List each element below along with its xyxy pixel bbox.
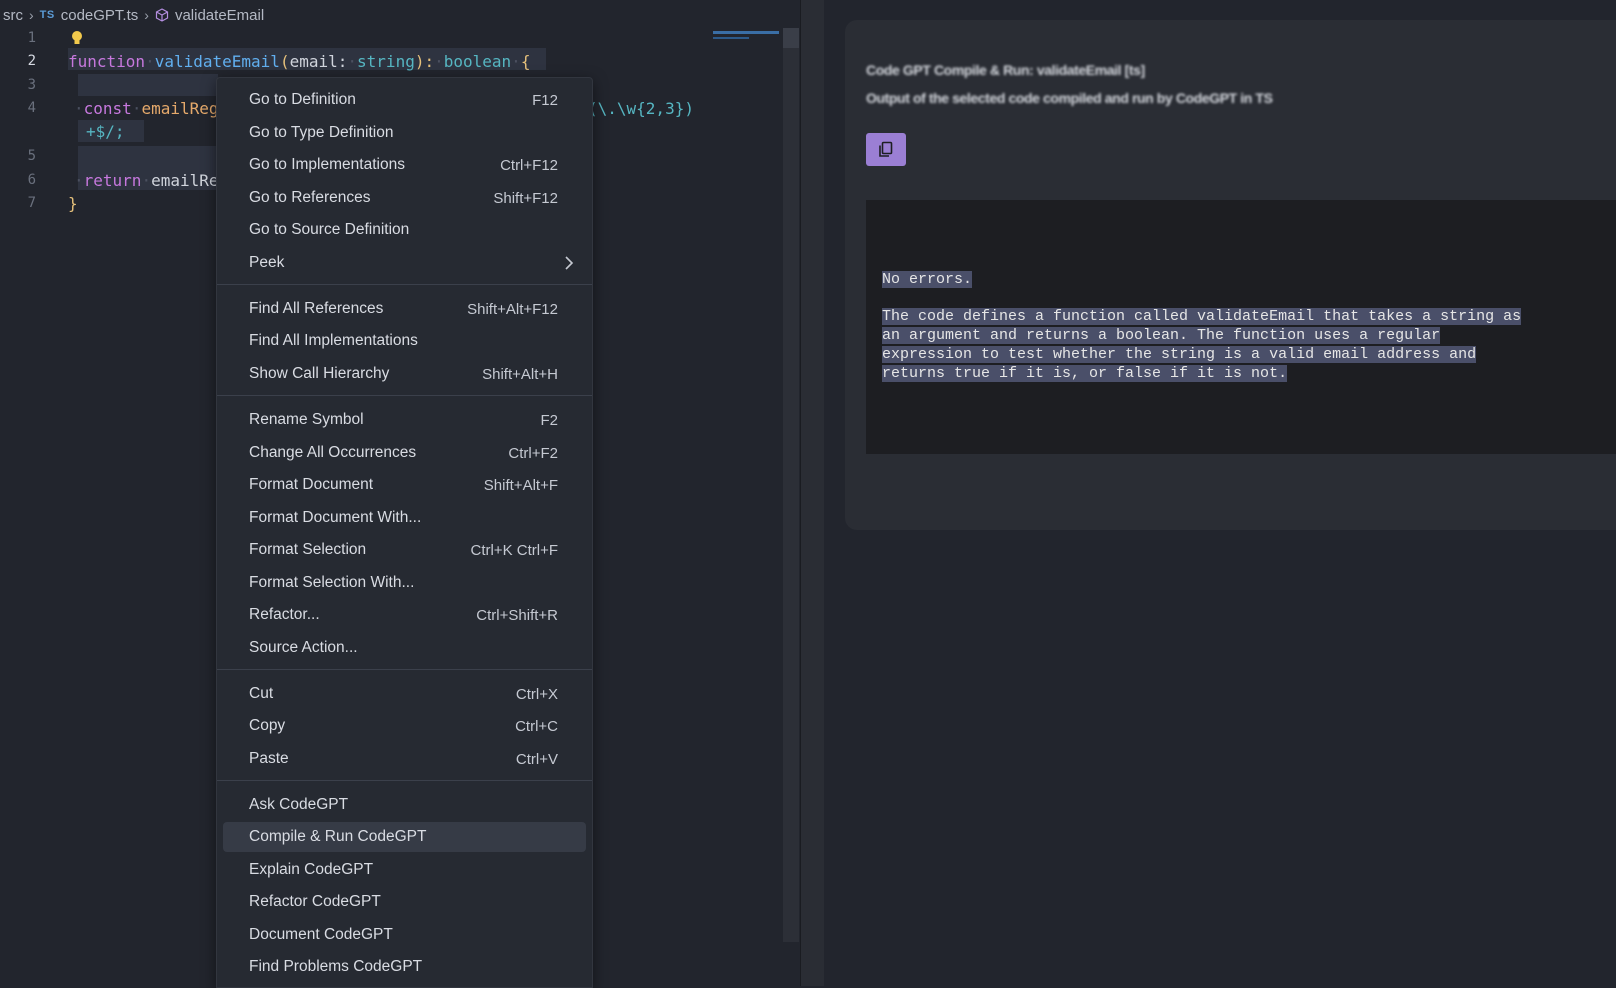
chevron-right-icon xyxy=(565,256,574,270)
menu-item-find-problems-codegpt[interactable]: Find Problems CodeGPT xyxy=(223,952,586,982)
menu-item-rename-symbol[interactable]: Rename Symbol F2 xyxy=(223,405,586,435)
menu-item-copy[interactable]: Copy Ctrl+C xyxy=(223,711,586,741)
menu-item-cut[interactable]: Cut Ctrl+X xyxy=(223,679,586,709)
copy-button[interactable] xyxy=(866,133,906,166)
menu-item-go-to-references[interactable]: Go to References Shift+F12 xyxy=(223,183,586,213)
chevron-right-icon: › xyxy=(29,7,34,23)
menu-item-source-action[interactable]: Source Action... xyxy=(223,633,586,663)
line-number: 4 xyxy=(27,100,36,116)
menu-item-refactor-codegpt[interactable]: Refactor CodeGPT xyxy=(223,887,586,917)
copy-icon xyxy=(879,141,893,157)
code-line: } xyxy=(68,194,78,213)
selection xyxy=(78,74,218,96)
breadcrumb-folder[interactable]: src xyxy=(3,7,23,24)
menu-item-format-selection[interactable]: Format Selection Ctrl+K Ctrl+F xyxy=(223,535,586,565)
scrollbar-thumb[interactable] xyxy=(783,28,799,48)
menu-item-go-to-definition[interactable]: Go to Definition F12 xyxy=(223,85,586,115)
menu-item-change-all-occurrences[interactable]: Change All Occurrences Ctrl+F2 xyxy=(223,438,586,468)
menu-item-format-selection-with[interactable]: Format Selection With... xyxy=(223,568,586,598)
selection xyxy=(78,146,218,168)
menu-item-peek[interactable]: Peek xyxy=(223,248,586,278)
line-number: 6 xyxy=(27,172,36,188)
menu-item-find-all-implementations[interactable]: Find All Implementations xyxy=(223,326,586,356)
breadcrumb: src › TS codeGPT.ts › validateEmail xyxy=(3,4,264,26)
response-card: Code GPT Compile & Run: validateEmail [t… xyxy=(845,20,1616,530)
line-number: 1 xyxy=(27,30,36,46)
code-line: function·validateEmail(email:·string):·b… xyxy=(68,52,531,71)
menu-item-explain-codegpt[interactable]: Explain CodeGPT xyxy=(223,855,586,885)
response-header: Code GPT Compile & Run: validateEmail [t… xyxy=(866,62,1145,78)
menu-item-ask-codegpt[interactable]: Ask CodeGPT xyxy=(223,790,586,820)
menu-item-document-codegpt[interactable]: Document CodeGPT xyxy=(223,920,586,950)
response-subheader: Output of the selected code compiled and… xyxy=(866,90,1273,106)
minimap-line xyxy=(713,37,749,39)
code-output-block[interactable]: No errors. The code defines a function c… xyxy=(866,200,1616,454)
menu-separator xyxy=(217,395,592,396)
chevron-right-icon: › xyxy=(144,7,149,23)
output-line: expression to test whether the string is… xyxy=(882,346,1477,363)
symbol-method-icon xyxy=(155,8,169,22)
typescript-icon: TS xyxy=(39,9,55,21)
line-number: 3 xyxy=(27,77,36,93)
minimap[interactable] xyxy=(713,31,779,34)
context-menu[interactable]: Go to Definition F12 Go to Type Definitio… xyxy=(216,77,593,988)
menu-separator xyxy=(217,669,592,670)
output-line: No errors. xyxy=(882,271,973,288)
menu-item-refactor[interactable]: Refactor... Ctrl+Shift+R xyxy=(223,600,586,630)
menu-separator xyxy=(217,284,592,285)
menu-item-show-call-hierarchy[interactable]: Show Call Hierarchy Shift+Alt+H xyxy=(223,359,586,389)
menu-item-find-all-references[interactable]: Find All References Shift+Alt+F12 xyxy=(223,294,586,324)
codegpt-panel: Code GPT Compile & Run: validateEmail [t… xyxy=(824,0,1616,986)
menu-separator xyxy=(217,780,592,781)
lightbulb-icon[interactable] xyxy=(70,30,84,46)
vertical-scrollbar[interactable] xyxy=(783,28,799,942)
panel-divider[interactable] xyxy=(800,0,825,986)
line-number: 2 xyxy=(27,53,36,69)
output-line: an argument and returns a boolean. The f… xyxy=(882,327,1441,344)
menu-item-paste[interactable]: Paste Ctrl+V xyxy=(223,744,586,774)
menu-item-compile-run-codegpt[interactable]: Compile & Run CodeGPT xyxy=(223,822,586,852)
breadcrumb-symbol[interactable]: validateEmail xyxy=(175,7,264,24)
menu-item-format-document-with[interactable]: Format Document With... xyxy=(223,503,586,533)
menu-item-format-document[interactable]: Format Document Shift+Alt+F xyxy=(223,470,586,500)
line-number: 5 xyxy=(27,148,36,164)
output-line: returns true if it is, or false if it is… xyxy=(882,365,1288,382)
breadcrumb-file[interactable]: codeGPT.ts xyxy=(61,7,139,24)
output-line: The code defines a function called valid… xyxy=(882,308,1522,325)
code-line: (\.\w{2,3}) xyxy=(588,99,694,118)
code-line: ·return·emailRe xyxy=(74,171,219,190)
menu-item-go-to-implementations[interactable]: Go to Implementations Ctrl+F12 xyxy=(223,150,586,180)
code-line: ·const·emailReg xyxy=(74,99,219,118)
menu-item-go-to-type-definition[interactable]: Go to Type Definition xyxy=(223,118,586,148)
menu-item-go-to-source-definition[interactable]: Go to Source Definition xyxy=(223,215,586,245)
code-line: +$/; xyxy=(86,122,125,141)
line-number: 7 xyxy=(27,195,36,211)
